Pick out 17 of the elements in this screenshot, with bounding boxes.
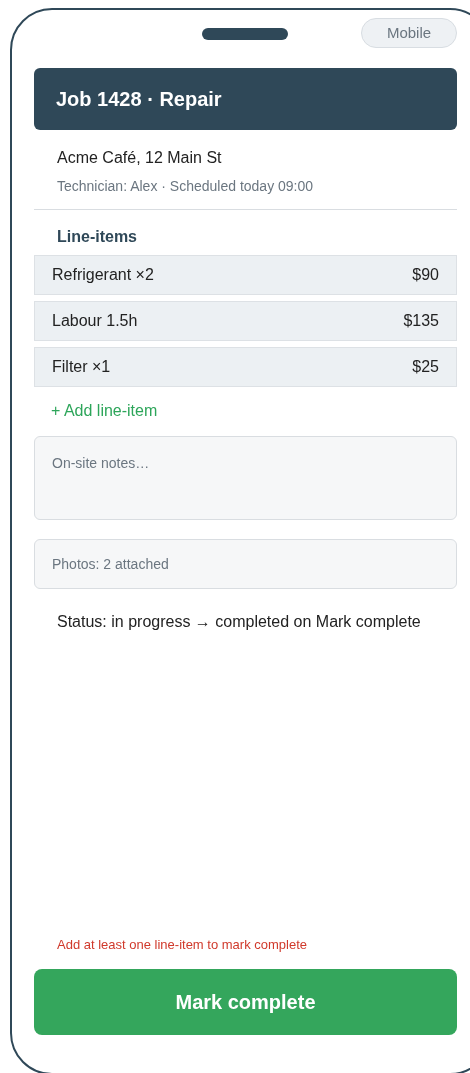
job-meta: Technician: Alex · Scheduled today 09:00 <box>57 178 315 194</box>
item-name: Refrigerant ×2 <box>52 266 154 284</box>
item-price: $135 <box>403 312 439 330</box>
job-address: Acme Café, 12 Main St <box>57 149 223 167</box>
item-price: $25 <box>412 358 439 376</box>
item-name: Filter ×1 <box>52 358 111 376</box>
item-name: Labour 1.5h <box>52 312 138 330</box>
item-price: $90 <box>412 266 439 284</box>
status-note: Status: in progress → completed on Mark complete <box>57 613 422 631</box>
notes-field[interactable]: On-site notes… <box>34 436 457 520</box>
error-message: Add at least one line-item to mark complete <box>57 937 308 952</box>
add-line-item-link[interactable]: + Add line-item <box>51 402 158 420</box>
mark-complete-button[interactable]: Mark complete <box>34 969 457 1035</box>
device-badge: Mobile <box>361 18 457 48</box>
section-heading: Line-items <box>57 228 138 246</box>
photos-field[interactable]: Photos: 2 attached <box>34 539 457 589</box>
job-title: Job 1428 · Repair <box>56 87 222 111</box>
